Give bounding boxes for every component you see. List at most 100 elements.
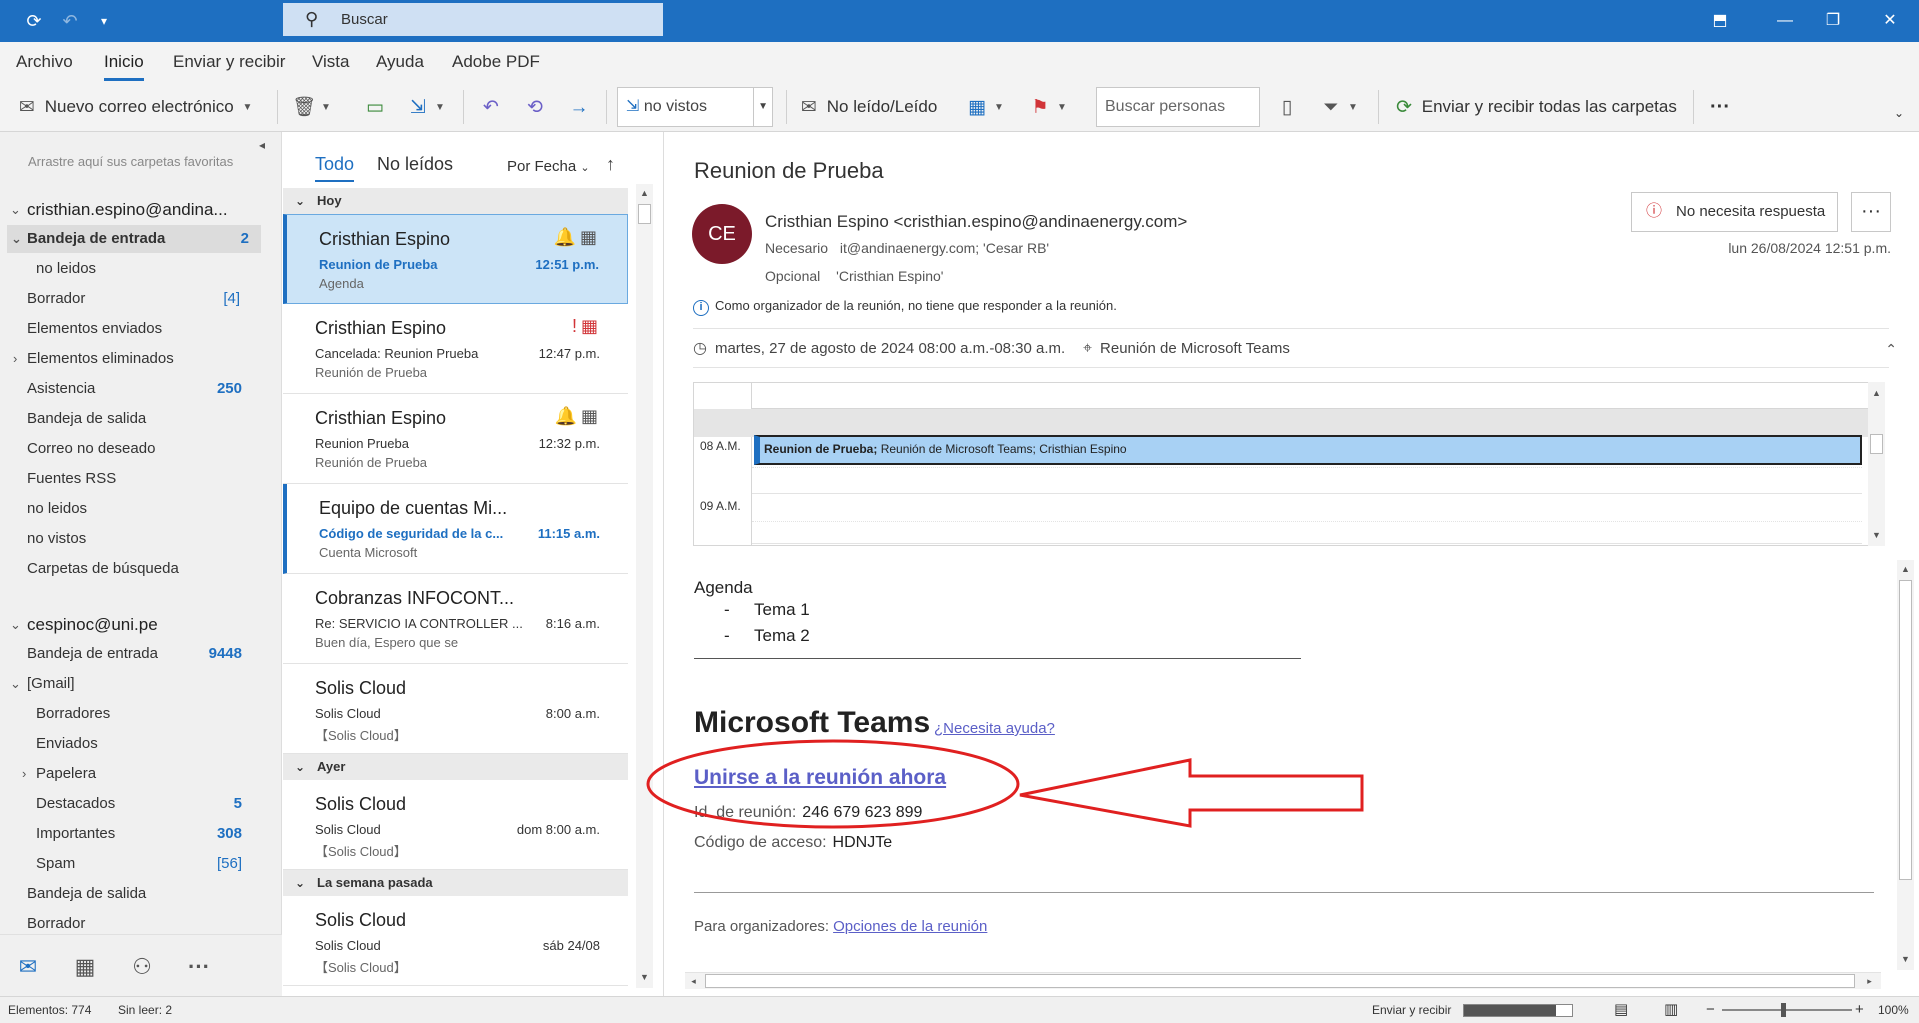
forward-button[interactable]: → bbox=[566, 92, 592, 122]
scroll-up-icon[interactable]: ▲ bbox=[1899, 562, 1912, 576]
folder-fuentes-rss[interactable]: Fuentes RSS bbox=[0, 465, 281, 493]
help-link[interactable]: ¿Necesita ayuda? bbox=[934, 720, 1055, 737]
folder-bandeja-salida-uni[interactable]: Bandeja de salida bbox=[0, 880, 281, 908]
account-header-uni[interactable]: ⌄ cespinoc@uni.pe bbox=[0, 611, 281, 639]
menu-enviar-recibir[interactable]: Enviar y recibir bbox=[173, 52, 285, 72]
account-header-andina[interactable]: ⌄ cristhian.espino@andina... bbox=[0, 196, 281, 224]
folder-papelera[interactable]: › Papelera bbox=[0, 760, 281, 788]
folder-importantes[interactable]: Importantes 308 bbox=[0, 820, 281, 848]
folder-correo-no-deseado[interactable]: Correo no deseado bbox=[0, 435, 281, 463]
message-item[interactable]: Solis Cloud Solis Cloud sáb 24/08 【Solis… bbox=[283, 896, 628, 986]
close-icon[interactable]: ✕ bbox=[1876, 8, 1904, 34]
folder-no-leidos-2[interactable]: no leidos bbox=[0, 495, 281, 523]
folder-borradores[interactable]: Borradores bbox=[0, 700, 281, 728]
no-response-button[interactable]: ⓘ No necesita respuesta bbox=[1631, 192, 1838, 232]
more-commands-button[interactable]: ··· bbox=[1710, 92, 1730, 122]
zoom-level[interactable]: 100% bbox=[1878, 997, 1909, 1023]
menu-inicio[interactable]: Inicio bbox=[104, 52, 144, 81]
group-header-semana-pasada[interactable]: ⌄ La semana pasada bbox=[283, 870, 628, 896]
follow-up-button[interactable]: ⚑ ▼ bbox=[1027, 92, 1066, 122]
ribbon-expand-icon[interactable]: ⌄ bbox=[1894, 98, 1904, 128]
calendar-icon[interactable]: ▦ bbox=[69, 953, 101, 981]
sort-dropdown[interactable]: Por Fecha ⌄ bbox=[507, 158, 590, 175]
group-header-ayer[interactable]: ⌄ Ayer bbox=[283, 754, 628, 780]
folder-gmail[interactable]: ⌄ [Gmail] bbox=[0, 670, 281, 698]
menu-archivo[interactable]: Archivo bbox=[16, 52, 73, 72]
scroll-down-icon[interactable]: ▼ bbox=[1899, 952, 1912, 966]
new-mail-button[interactable]: ✉ Nuevo correo electrónico ▼ bbox=[14, 92, 252, 122]
read-unread-button[interactable]: ✉ No leído/Leído bbox=[796, 92, 937, 122]
optional-value[interactable]: 'Cristhian Espino' bbox=[836, 268, 943, 284]
quick-steps-dropdown[interactable]: ⇲ no vistos ▼ bbox=[617, 87, 773, 127]
search-people-input[interactable]: Buscar personas bbox=[1096, 87, 1260, 127]
scroll-thumb[interactable] bbox=[1899, 580, 1912, 880]
mail-icon[interactable]: ✉ bbox=[12, 953, 44, 981]
collapse-icon[interactable]: ⌃ bbox=[1885, 329, 1897, 369]
message-item[interactable]: Cobranzas INFOCONT... Re: SERVICIO IA CO… bbox=[283, 574, 628, 664]
message-item[interactable]: Cristhian Espino 🔔▦ Reunion Prueba 12:32… bbox=[283, 394, 628, 484]
calendar-event[interactable]: Reunion de Prueba; Reunión de Microsoft … bbox=[754, 435, 1862, 465]
customize-dropdown-icon[interactable]: ▾ bbox=[92, 9, 116, 33]
folder-destacados[interactable]: Destacados 5 bbox=[0, 790, 281, 818]
reading-view-icon[interactable]: ▥ bbox=[1664, 997, 1678, 1023]
search-input[interactable]: ⚲ Buscar bbox=[283, 3, 663, 36]
folder-no-leidos[interactable]: no leidos bbox=[0, 255, 281, 283]
folder-asistencia[interactable]: Asistencia 250 bbox=[0, 375, 281, 403]
scroll-up-icon[interactable]: ▲ bbox=[638, 186, 651, 200]
folder-spam[interactable]: Spam [56] bbox=[0, 850, 281, 878]
normal-view-icon[interactable]: ▤ bbox=[1614, 997, 1628, 1023]
join-meeting-link[interactable]: Unirse a la reunión ahora bbox=[694, 766, 946, 790]
more-icon[interactable]: ··· bbox=[183, 953, 215, 981]
folder-enviados[interactable]: Enviados bbox=[0, 730, 281, 758]
sort-direction-icon[interactable]: ↑ bbox=[606, 154, 615, 175]
scroll-thumb[interactable] bbox=[705, 974, 1855, 988]
message-item[interactable]: Cristhian Espino 🔔▦ Reunion de Prueba 12… bbox=[283, 214, 628, 304]
filter-email-button[interactable]: ⏷ ▼ bbox=[1318, 92, 1358, 122]
zoom-slider-thumb[interactable] bbox=[1781, 1003, 1786, 1017]
message-item[interactable]: Solis Cloud Solis Cloud dom 8:00 a.m. 【S… bbox=[283, 780, 628, 870]
reply-all-button[interactable]: ⟲ bbox=[522, 92, 548, 122]
menu-ayuda[interactable]: Ayuda bbox=[376, 52, 424, 72]
tab-todo[interactable]: Todo bbox=[315, 154, 355, 182]
tab-no-leidos[interactable]: No leídos bbox=[377, 154, 453, 175]
calendar-scrollbar[interactable]: ▲ ▼ bbox=[1868, 382, 1885, 546]
folder-borrador-uni[interactable]: Borrador bbox=[0, 910, 281, 934]
zoom-slider[interactable] bbox=[1722, 1009, 1852, 1011]
message-list-scrollbar[interactable]: ▲ ▼ bbox=[636, 184, 653, 988]
scroll-thumb[interactable] bbox=[638, 204, 651, 224]
scroll-left-icon[interactable]: ◂ bbox=[687, 974, 700, 988]
delete-button[interactable]: 🗑 ▼ bbox=[291, 92, 331, 122]
folder-inbox[interactable]: ⌄ Bandeja de entrada 2 bbox=[7, 225, 261, 253]
move-button[interactable]: ⇲ ▼ bbox=[405, 92, 445, 122]
folder-bandeja-salida[interactable]: Bandeja de salida bbox=[0, 405, 281, 433]
minimize-button[interactable]: — bbox=[1771, 8, 1799, 34]
restore-icon[interactable]: ❐ bbox=[1819, 8, 1847, 34]
scroll-down-icon[interactable]: ▼ bbox=[638, 970, 651, 984]
message-item[interactable]: Equipo de cuentas Mi... Código de seguri… bbox=[283, 484, 628, 574]
folder-elementos-enviados[interactable]: Elementos enviados bbox=[0, 315, 281, 343]
scroll-thumb[interactable] bbox=[1870, 434, 1883, 454]
scroll-right-icon[interactable]: ▸ bbox=[1863, 974, 1876, 988]
scroll-down-icon[interactable]: ▼ bbox=[1870, 528, 1883, 542]
refresh-icon[interactable]: ⟳ bbox=[22, 9, 46, 33]
collapse-pane-icon[interactable]: ◂ bbox=[259, 138, 265, 152]
sender[interactable]: Cristhian Espino <cristhian.espino@andin… bbox=[765, 212, 1187, 232]
message-item[interactable]: Cristhian Espino !▦ Cancelada: Reunion P… bbox=[283, 304, 628, 394]
reading-pane-scrollbar[interactable]: ▲ ▼ bbox=[1897, 560, 1914, 970]
group-header-hoy[interactable]: ⌄ Hoy bbox=[283, 188, 628, 214]
menu-vista[interactable]: Vista bbox=[312, 52, 350, 72]
meeting-options-link[interactable]: Opciones de la reunión bbox=[833, 918, 987, 935]
address-book-button[interactable]: ▯ bbox=[1274, 92, 1300, 122]
zoom-out-icon[interactable]: − bbox=[1706, 997, 1715, 1023]
folder-elementos-eliminados[interactable]: › Elementos eliminados bbox=[0, 345, 281, 373]
folder-carpetas-busqueda[interactable]: Carpetas de búsqueda bbox=[0, 555, 281, 583]
folder-borrador[interactable]: Borrador [4] bbox=[0, 285, 281, 313]
scroll-up-icon[interactable]: ▲ bbox=[1870, 386, 1883, 400]
folder-inbox-uni[interactable]: Bandeja de entrada 9448 bbox=[0, 640, 281, 668]
required-value[interactable]: it@andinaenergy.com; 'Cesar RB' bbox=[840, 240, 1049, 256]
people-icon[interactable]: ⚇ bbox=[126, 953, 158, 981]
zoom-in-icon[interactable]: + bbox=[1855, 997, 1864, 1023]
archive-button[interactable]: ▭ bbox=[362, 92, 388, 122]
undo-icon[interactable]: ↶ bbox=[58, 9, 82, 33]
categorize-button[interactable]: ▦ ▼ bbox=[964, 92, 1004, 122]
